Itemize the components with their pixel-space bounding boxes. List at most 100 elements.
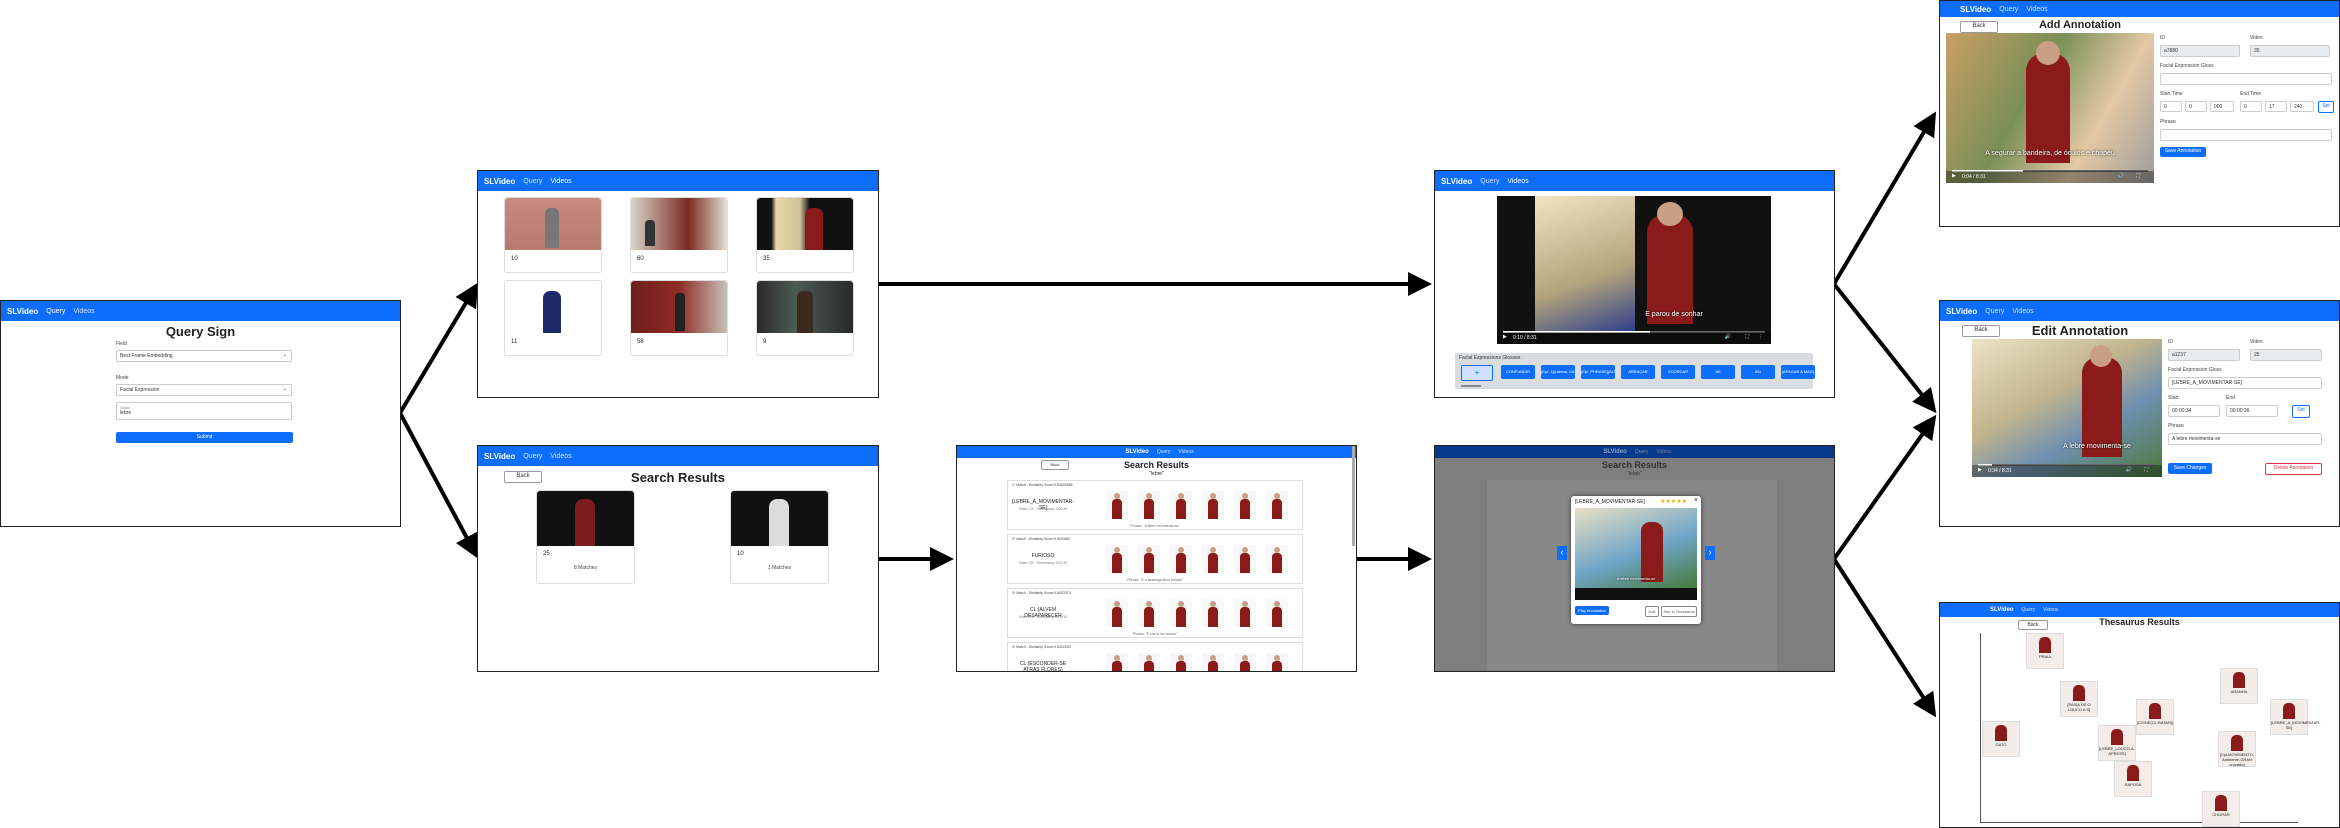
field-select[interactable]: Best Frame Embedding ⌄ [116, 350, 292, 362]
end-h[interactable]: 0 [2240, 101, 2262, 112]
gloss-chip[interactable]: CONFUNDIR [1501, 365, 1535, 379]
fullscreen-icon[interactable]: ⛶ [2144, 467, 2148, 473]
end-field[interactable]: 00:00:36 [2226, 405, 2278, 417]
gloss-chip[interactable]: ABRAÇAR [1621, 365, 1655, 379]
gloss-chip[interactable]: AII [1701, 365, 1735, 379]
set-button[interactable]: Set [2318, 101, 2334, 113]
nav-videos[interactable]: Videos [1178, 449, 1193, 455]
nav-query[interactable]: Query [1157, 449, 1171, 455]
result-row[interactable]: 1º Match - Similarity Score:0.84605988 [L… [1007, 480, 1303, 530]
gloss-field[interactable] [2160, 73, 2332, 85]
back-button[interactable]: Back [504, 471, 542, 483]
volume-icon[interactable]: 🔊 [2126, 467, 2132, 473]
brand[interactable]: SLVideo [1441, 177, 1472, 186]
phrase-field[interactable] [2160, 129, 2332, 141]
nav-query[interactable]: Query [523, 453, 542, 460]
close-icon[interactable]: × [1694, 497, 1698, 504]
gloss-chip[interactable]: [Cpl. PHRASE][ALT. 7X] [1581, 365, 1615, 379]
nav-videos[interactable]: Videos [73, 308, 94, 315]
start-h[interactable]: 0 [2160, 101, 2182, 112]
start-ms[interactable]: 000 [2210, 101, 2234, 112]
video-player[interactable]: A lebre movimenta-se ▶ 0:34 / 8:31 🔊 ⛶ [1972, 339, 2162, 477]
nav-videos[interactable]: Videos [1507, 178, 1528, 185]
brand[interactable]: SLVideo [7, 307, 38, 316]
brand[interactable]: SLVideo [1960, 5, 1991, 14]
phrase-field[interactable]: A lebre movimenta-se [2168, 433, 2322, 445]
gloss-field[interactable]: [LEBRE_A_MOVIMENTAR-SE] [2168, 377, 2322, 389]
gloss-chip[interactable]: ACORDAR [1661, 365, 1695, 379]
gloss-chip[interactable]: [APAGAR A MAG] [1781, 365, 1815, 379]
volume-icon[interactable]: 🔊 [2118, 173, 2124, 179]
delete-annotation-button[interactable]: Delete Annotation [2265, 463, 2322, 475]
thesaurus-node[interactable]: CHORAR [2202, 791, 2240, 827]
fullscreen-icon[interactable]: ⛶ [1745, 334, 1749, 340]
scrollbar[interactable] [1461, 385, 1481, 387]
gloss-chip[interactable]: [Cpl. 1][Lateral, IIA: Antunes, APA] [1541, 365, 1575, 379]
brand[interactable]: SLVideo [484, 177, 515, 186]
play-annotation-button[interactable]: Play Annotation [1575, 606, 1609, 615]
thesaurus-button[interactable]: See in Thesaurus [1661, 606, 1697, 617]
result-row[interactable]: 3º Match - Similarity Score:0.8403373 CL:… [1007, 588, 1303, 638]
nav-videos[interactable]: Videos [550, 453, 571, 460]
nav-query[interactable]: Query [46, 308, 65, 315]
video-player[interactable]: A segurar a bandeira, de óculos e chapéu… [1946, 33, 2154, 183]
more-icon[interactable]: ⋮ [1758, 334, 1763, 340]
set-button[interactable]: Set [2292, 405, 2310, 418]
volume-icon[interactable]: 🔊 [1725, 334, 1731, 340]
prev-arrow[interactable]: ‹ [1557, 546, 1567, 560]
end-ms[interactable]: 240 [2290, 101, 2314, 112]
result-card[interactable]: 25 8 Matches [536, 490, 635, 584]
nav-query[interactable]: Query [1480, 178, 1499, 185]
thesaurus-node[interactable]: [CISNE(CL:RATAR)] [2136, 699, 2174, 735]
edit-button[interactable]: Edit [1645, 606, 1659, 617]
video-card[interactable]: 9 [756, 280, 854, 356]
brand[interactable]: SLVideo [484, 452, 515, 461]
play-icon[interactable]: ▶ [1978, 467, 1982, 473]
video-card[interactable]: 35 [756, 197, 854, 273]
save-changes-button[interactable]: Save Changes [2168, 463, 2212, 474]
brand[interactable]: SLVideo [1603, 449, 1626, 455]
save-annotation-button[interactable]: Save Annotation [2160, 147, 2206, 157]
play-icon[interactable]: ▶ [1503, 334, 1507, 340]
nav-videos[interactable]: Videos [2043, 607, 2058, 613]
thesaurus-node[interactable]: [LEBRE_LOUCO-A-APRESS] [2098, 725, 2136, 761]
result-row[interactable]: 2º Match - Similarity Score:0.8433567 FUR… [1007, 534, 1303, 584]
thesaurus-node[interactable]: RAPOSA [2114, 761, 2152, 797]
play-icon[interactable]: ▶ [1952, 173, 1956, 179]
start-field[interactable]: 00:00:34 [2168, 405, 2220, 417]
popup-video[interactable]: A lebre movimenta-se [1575, 508, 1697, 600]
result-card[interactable]: 10 1 Matches [730, 490, 829, 584]
submit-button[interactable]: Submit [116, 432, 293, 443]
brand[interactable]: SLVideo [1125, 449, 1148, 455]
add-gloss-button[interactable]: + [1461, 365, 1493, 381]
thesaurus-node[interactable]: ARANHA [2220, 668, 2258, 704]
thesaurus-node[interactable]: [PAISA DE O LOUCO A S] [2060, 681, 2098, 717]
end-m[interactable]: 17 [2265, 101, 2287, 112]
nav-videos[interactable]: Videos [2026, 6, 2047, 13]
nav-videos[interactable]: Videos [2012, 308, 2033, 315]
scrollbar[interactable] [1352, 446, 1355, 546]
video-card[interactable]: 10 [504, 197, 602, 273]
result-row[interactable]: 4º Match - Similarity Score:0.8402253 CL:… [1007, 642, 1303, 671]
nav-query[interactable]: Query [1999, 6, 2018, 13]
start-m[interactable]: 0 [2185, 101, 2207, 112]
thesaurus-node[interactable]: PRAIA [2026, 633, 2064, 669]
video-card[interactable]: 11 [504, 280, 602, 356]
video-card[interactable]: 60 [630, 197, 728, 273]
gloss-input[interactable]: Gloss lebre [116, 402, 292, 420]
nav-videos[interactable]: Videos [1656, 449, 1671, 455]
nav-query[interactable]: Query [2021, 607, 2035, 613]
rating-stars[interactable]: ★★★★★ [1660, 498, 1687, 505]
video-player[interactable]: E parou de sonhar ▶ 0:10 / 8:31 🔊 ⛶ ⋮ [1497, 196, 1771, 344]
mode-select[interactable]: Facial Expression ⌄ [116, 384, 292, 396]
thesaurus-node[interactable]: [Cpl.MOVIMENTO-Ambiente-GRAN cruzado] [2218, 731, 2256, 767]
fullscreen-icon[interactable]: ⛶ [2136, 173, 2140, 179]
nav-query[interactable]: Query [1985, 308, 2004, 315]
thesaurus-node[interactable]: GATO [1982, 721, 2020, 757]
gloss-chip[interactable]: AIU [1741, 365, 1775, 379]
brand[interactable]: SLVideo [1946, 307, 1977, 316]
nav-query[interactable]: Query [1635, 449, 1649, 455]
nav-query[interactable]: Query [523, 178, 542, 185]
nav-videos[interactable]: Videos [550, 178, 571, 185]
next-arrow[interactable]: › [1705, 546, 1715, 560]
